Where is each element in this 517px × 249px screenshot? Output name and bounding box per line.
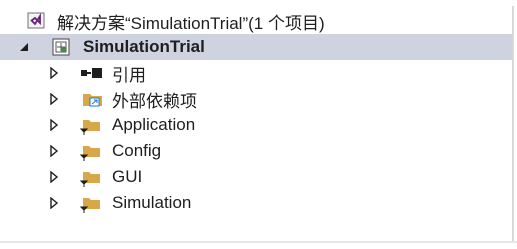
project-node[interactable]: SimulationTrial xyxy=(0,34,512,60)
filter-folder-icon xyxy=(79,168,100,187)
filter-folder-icon xyxy=(79,194,100,213)
csharp-project-icon xyxy=(52,38,70,56)
expand-arrow-icon[interactable] xyxy=(47,144,61,158)
expand-arrow-icon[interactable] xyxy=(47,196,61,210)
filter-folder-icon xyxy=(79,142,100,161)
project-label: SimulationTrial xyxy=(83,37,205,56)
tree-item-references[interactable]: 引用 xyxy=(0,60,512,86)
expand-arrow-icon[interactable] xyxy=(47,170,61,184)
config-label: Config xyxy=(112,141,162,160)
tree-item-config[interactable]: Config xyxy=(0,138,512,164)
external-dependencies-label: 外部依赖项 xyxy=(112,91,197,111)
solution-label: 解决方案“SimulationTrial”(1 个项目) xyxy=(57,13,325,33)
tree-item-external-dependencies[interactable]: 外部依赖项 xyxy=(0,86,512,112)
solution-node[interactable]: 解决方案“SimulationTrial”(1 个项目) xyxy=(0,8,512,34)
gui-label: GUI xyxy=(112,167,143,186)
external-dependencies-folder-icon xyxy=(82,90,102,108)
tree-item-gui[interactable]: GUI xyxy=(0,164,512,190)
references-icon xyxy=(80,65,102,83)
filter-folder-icon xyxy=(79,116,100,135)
solution-explorer-tree: 解决方案“SimulationTrial”(1 个项目) SimulationT… xyxy=(0,8,512,216)
panel-border xyxy=(512,6,514,241)
simulation-label: Simulation xyxy=(112,193,192,212)
references-label: 引用 xyxy=(112,65,146,85)
expand-arrow-icon[interactable] xyxy=(47,66,61,80)
panel-bottom-divider xyxy=(0,241,517,243)
tree-item-application[interactable]: Application xyxy=(0,112,512,138)
application-label: Application xyxy=(112,115,196,134)
expand-arrow-icon[interactable] xyxy=(47,118,61,132)
visual-studio-solution-icon xyxy=(27,12,45,30)
tree-item-simulation[interactable]: Simulation xyxy=(0,190,512,216)
collapse-arrow-icon[interactable] xyxy=(17,40,31,54)
expand-arrow-icon[interactable] xyxy=(47,92,61,106)
